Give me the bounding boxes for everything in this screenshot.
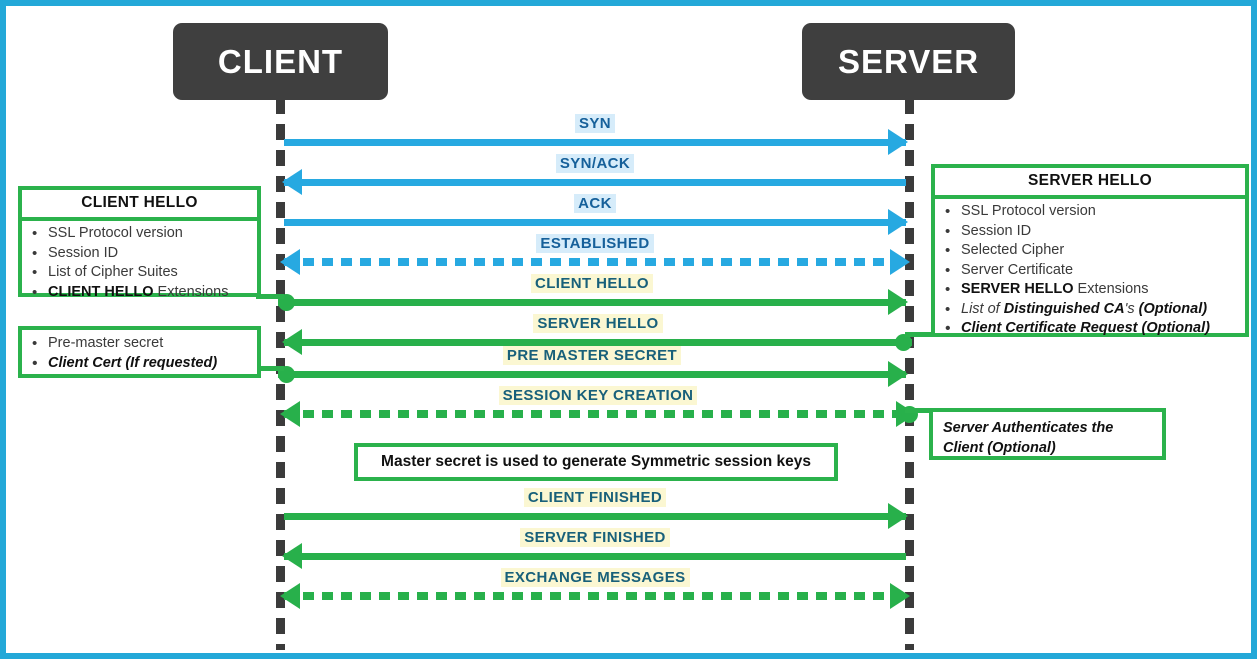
arrow-line	[284, 410, 912, 418]
message-label: ACK	[284, 194, 906, 214]
list-item: SSL Protocol version	[30, 224, 251, 244]
arrow-head-right	[888, 503, 908, 529]
arrow-head-left	[282, 543, 302, 569]
message-session-key-creation: SESSION KEY CREATION	[280, 386, 918, 427]
arrow-line	[284, 219, 906, 226]
arrow-head-left	[280, 401, 300, 427]
server-hello-box: SERVER HELLO SSL Protocol version Sessio…	[931, 164, 1249, 338]
arrow-line	[284, 592, 906, 600]
arrow-line	[284, 258, 906, 266]
server-auth-note: Server Authenticates the Client (Optiona…	[929, 408, 1166, 460]
arrow-line	[284, 553, 906, 560]
message-established: ESTABLISHED	[280, 234, 910, 275]
server-node-label: SERVER	[837, 42, 980, 80]
list-item: Selected Cipher	[943, 241, 1239, 261]
arrow-head-right	[888, 209, 908, 235]
message-label: ESTABLISHED	[284, 234, 906, 254]
client-hello-box-list: SSL Protocol version Session ID List of …	[22, 221, 257, 306]
server-auth-note-line1: Server Authenticates the	[943, 420, 1114, 436]
message-server-hello: SERVER HELLO	[282, 314, 912, 355]
message-label: PRE MASTER SECRET	[278, 346, 906, 366]
message-label: CLIENT HELLO	[278, 274, 906, 294]
message-label: CLIENT FINISHED	[284, 488, 906, 508]
arrow-line	[278, 299, 906, 306]
list-item: List of Cipher Suites	[30, 263, 251, 283]
arrow-head-right	[888, 289, 908, 315]
list-item: Session ID	[943, 222, 1239, 242]
list-item: Pre-master secret	[30, 334, 251, 354]
message-label: SESSION KEY CREATION	[284, 386, 912, 406]
server-node: SERVER	[802, 23, 1015, 100]
arrow-head-right	[888, 361, 908, 387]
arrow-head-left	[282, 169, 302, 195]
arrow-head-left	[280, 583, 300, 609]
client-node-label: CLIENT	[217, 42, 344, 80]
arrow-line	[284, 339, 912, 346]
list-item: List of Distinguished CA's (Optional)	[943, 300, 1239, 320]
message-client-finished: CLIENT FINISHED	[284, 488, 908, 529]
arrow-line	[284, 179, 906, 186]
server-hello-box-title: SERVER HELLO	[935, 168, 1245, 199]
list-item: SERVER HELLO Extensions	[943, 280, 1239, 300]
list-item: Server Certificate	[943, 261, 1239, 281]
arrow-line	[284, 513, 906, 520]
master-secret-note: Master secret is used to generate Symmet…	[354, 443, 838, 481]
message-syn: SYN	[284, 114, 908, 155]
arrow-head-right	[890, 249, 910, 275]
list-item: SSL Protocol version	[943, 202, 1239, 222]
server-hello-box-list: SSL Protocol version Session ID Selected…	[935, 199, 1245, 343]
diagram-canvas: CLIENT SERVER SYN SYN/ACK ACK ESTABLISHE…	[0, 0, 1257, 659]
message-pre-master-secret: PRE MASTER SECRET	[278, 346, 908, 387]
pre-master-box-list: Pre-master secret Client Cert (If reques…	[22, 330, 257, 377]
message-client-hello: CLIENT HELLO	[278, 274, 908, 315]
arrow-head-right	[890, 583, 910, 609]
arrow-line	[278, 371, 906, 378]
client-node: CLIENT	[173, 23, 388, 100]
arrow-head-right	[888, 129, 908, 155]
message-label: EXCHANGE MESSAGES	[284, 568, 906, 588]
message-server-finished: SERVER FINISHED	[282, 528, 906, 569]
message-label: SYN/ACK	[284, 154, 906, 174]
message-exchange-messages: EXCHANGE MESSAGES	[280, 568, 910, 609]
list-item: Session ID	[30, 244, 251, 264]
arrow-head-left	[280, 249, 300, 275]
list-item: Client Certificate Request (Optional)	[943, 319, 1239, 339]
message-label: SYN	[284, 114, 906, 134]
pre-master-box: Pre-master secret Client Cert (If reques…	[18, 326, 261, 378]
message-syn-ack: SYN/ACK	[282, 154, 906, 195]
client-hello-box: CLIENT HELLO SSL Protocol version Sessio…	[18, 186, 261, 302]
message-ack: ACK	[284, 194, 908, 235]
message-label: SERVER HELLO	[284, 314, 912, 334]
message-label: SERVER FINISHED	[284, 528, 906, 548]
master-secret-note-text: Master secret is used to generate Symmet…	[381, 453, 811, 470]
client-hello-box-title: CLIENT HELLO	[22, 190, 257, 221]
list-item: CLIENT HELLO Extensions	[30, 283, 251, 303]
arrow-line	[284, 139, 906, 146]
list-item: Client Cert (If requested)	[30, 354, 251, 374]
server-auth-note-line2: Client (Optional)	[943, 440, 1056, 456]
